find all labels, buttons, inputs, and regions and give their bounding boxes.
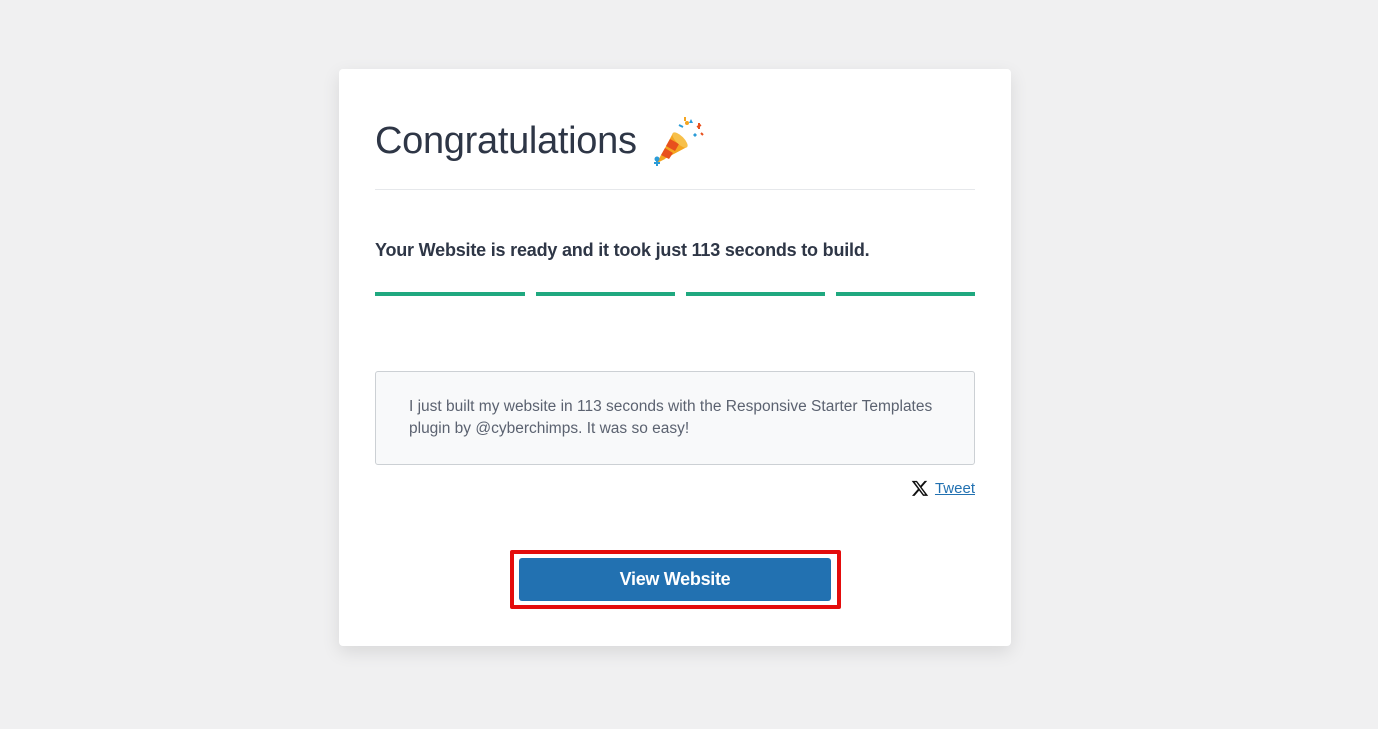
congratulations-card: Congratulations Your Website is ready an… — [339, 69, 1011, 646]
tweet-link[interactable]: Tweet — [935, 480, 975, 497]
success-message: Your Website is ready and it took just 1… — [375, 240, 870, 260]
view-website-button[interactable]: View Website — [519, 558, 831, 601]
tweet-text-box: I just built my website in 113 seconds w… — [375, 371, 975, 465]
party-popper-icon — [651, 113, 707, 169]
progress-step-3 — [686, 292, 825, 296]
page-title: Congratulations — [375, 119, 637, 162]
tweet-link-row: Tweet — [911, 479, 975, 497]
progress-step-1 — [375, 292, 525, 296]
progress-step-2 — [536, 292, 675, 296]
progress-step-4 — [836, 292, 975, 296]
progress-bar — [375, 292, 975, 296]
x-logo-icon — [911, 479, 929, 497]
title-row: Congratulations — [375, 113, 707, 169]
divider — [375, 189, 975, 190]
